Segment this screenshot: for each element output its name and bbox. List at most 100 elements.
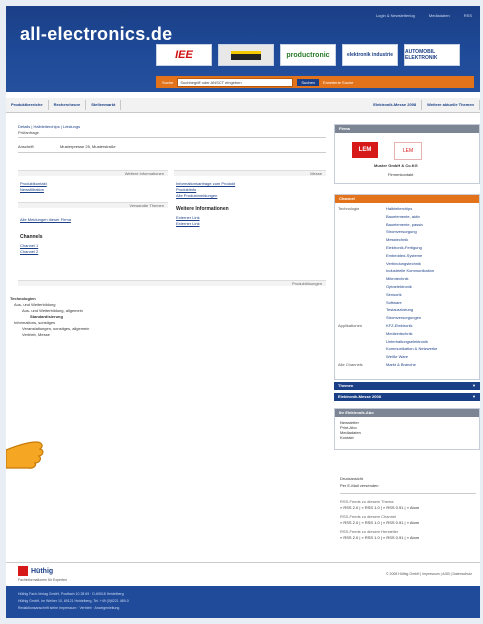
channel-row-link[interactable]: Sensorik bbox=[386, 292, 402, 297]
right-link[interactable]: Informationsanfrage zum Produkt bbox=[176, 181, 235, 186]
footer-logo-name: Hüthig bbox=[31, 567, 54, 575]
brand-banner[interactable] bbox=[218, 44, 274, 66]
company-contact-link[interactable]: Firmenkontakt bbox=[388, 172, 413, 177]
right-link[interactable]: Produktinfo bbox=[176, 187, 196, 192]
rss-links[interactable]: » RSS 2.0 | » RSS 1.0 | » RSS 0.91 | » A… bbox=[340, 505, 419, 510]
search-button[interactable]: Suchen bbox=[297, 78, 319, 86]
service-link[interactable]: Kontakt bbox=[340, 435, 354, 440]
channel-row-link[interactable]: KFZ-Elektronik bbox=[386, 323, 412, 328]
chevron-down-icon: ▼ bbox=[472, 383, 476, 388]
right-link[interactable]: Alle Produktmeldungen bbox=[176, 193, 217, 198]
print-link[interactable]: Druckansicht bbox=[340, 476, 363, 481]
channel-row-link[interactable]: Medizintechnik bbox=[386, 331, 412, 336]
breadcrumb[interactable]: Details | Halbleiterchips | Leistungs bbox=[18, 124, 80, 129]
tech-line: Veranstaltungen, sonstiges, allgemein bbox=[22, 326, 90, 331]
channel-row-link[interactable]: Markt & Branche bbox=[386, 362, 416, 367]
tech-line: Informations, sonstiges bbox=[14, 320, 56, 325]
channel-box-head: Channel bbox=[335, 195, 479, 203]
section-related: Verwandte Themen bbox=[18, 202, 168, 208]
channel-row-link[interactable]: Stromversorgungen bbox=[386, 315, 421, 320]
footer-line: Redaktionsanschrift siehe Impressum · Ve… bbox=[18, 606, 120, 610]
left-link[interactable]: Produktkontakt bbox=[20, 181, 47, 186]
top-link[interactable]: RSS bbox=[464, 13, 472, 18]
company-box-head: Firma bbox=[335, 125, 479, 133]
nav-tab-produktbereiche[interactable]: Produktbereiche bbox=[6, 100, 49, 110]
company-name[interactable]: Muster GmbH & Co.KG bbox=[374, 163, 418, 168]
external-link[interactable]: Externer Link bbox=[176, 215, 200, 220]
top-link[interactable]: Mediadaten bbox=[429, 13, 450, 18]
footer-line: Hüthig GmbH, Im Weiher 10, 69121 Heidelb… bbox=[18, 599, 129, 603]
nav-tab-stellenmarkt[interactable]: Stellenmarkt bbox=[86, 100, 122, 110]
site-header: all-electronics.de Login & Newsletterlog… bbox=[6, 6, 480, 92]
brand-elektronik-industrie[interactable]: elektronik industrie bbox=[342, 44, 398, 66]
channel-row-link[interactable]: Embedded-Systeme bbox=[386, 253, 422, 258]
channel-row-link[interactable]: Unterhaltungselektronik bbox=[386, 339, 428, 344]
search-bar: Suche Suchbegriff oder ANSCT eingeben Su… bbox=[156, 76, 474, 88]
rss-links[interactable]: » RSS 2.0 | » RSS 1.0 | » RSS 0.91 | » A… bbox=[340, 520, 419, 525]
search-input[interactable]: Suchbegriff oder ANSCT eingeben bbox=[177, 77, 294, 87]
external-link[interactable]: Externer Link bbox=[176, 221, 200, 226]
company-label: Anschrift bbox=[18, 144, 34, 149]
channel-row-link[interactable]: Industrielle Kommunikation bbox=[386, 268, 434, 273]
brand-automobil-elektronik[interactable]: AUTOMOBIL ELEKTRONIK bbox=[404, 44, 460, 66]
channel-row-link[interactable]: Kommunikation & Netzwerke bbox=[386, 346, 437, 351]
top-link[interactable]: Login & Newsletterlog bbox=[376, 13, 415, 18]
rss-heading: RSS-Feeds zu diesem Hersteller bbox=[340, 529, 399, 534]
channel-row-link[interactable]: Bauelemente, passiv bbox=[386, 222, 423, 227]
messe-bar[interactable]: Elektronik-Messe 2008 ▼ bbox=[334, 393, 480, 401]
channel-row-link[interactable]: Optoelektronik bbox=[386, 284, 412, 289]
themes-bar[interactable]: Themen ▼ bbox=[334, 382, 480, 390]
channel-row-link[interactable]: Testausrüstung bbox=[386, 307, 413, 312]
tech-line: Aus- und Weiterbildung, allgemein bbox=[22, 308, 83, 313]
brand-row: IEE productronic elektronik industrie AU… bbox=[156, 44, 460, 66]
channel-row-key: Alle Channels bbox=[338, 362, 363, 367]
email-link[interactable]: Per E-Mail versenden bbox=[340, 483, 378, 488]
page-title: Prüfanfrage bbox=[18, 130, 39, 135]
channel-link[interactable]: Channel 2 bbox=[20, 249, 38, 254]
logo-text: all-electronics.de bbox=[20, 24, 173, 44]
channel-row-link[interactable]: Messtechnik bbox=[386, 237, 408, 242]
channel-row-link[interactable]: Software bbox=[386, 300, 402, 305]
brand-iee[interactable]: IEE bbox=[156, 44, 212, 66]
themes-bar-label: Themen bbox=[338, 383, 354, 388]
nav-tab-weitere-themen[interactable]: Weitere aktuelle Themen bbox=[422, 100, 480, 110]
channel-row-link[interactable]: Halbleiterchips bbox=[386, 206, 412, 211]
rss-heading: RSS-Feeds zu diesem Channel bbox=[340, 514, 397, 519]
footer-line: Hüthig Fach-Verlag GmbH, Postfach 10 28 … bbox=[18, 592, 124, 596]
search-label: Suche bbox=[162, 79, 174, 85]
channel-row-link[interactable]: Stromversorgung bbox=[386, 229, 417, 234]
footer-tagline: Fachinformationen für Experten bbox=[18, 578, 68, 582]
footer-legal-links[interactable]: © 2008 Hüthig GmbH | Impressum | AGB | D… bbox=[386, 572, 472, 576]
divider bbox=[18, 152, 326, 153]
channel-row-key: Technologie bbox=[338, 206, 360, 211]
rss-links[interactable]: » RSS 2.0 | » RSS 1.0 | » RSS 0.91 | » A… bbox=[340, 535, 419, 540]
channel-row-link[interactable]: Elektronik-Fertigung bbox=[386, 245, 422, 250]
divider bbox=[18, 137, 326, 138]
channel-link[interactable]: Channel 1 bbox=[20, 243, 38, 248]
company-logo[interactable]: LEM bbox=[352, 142, 378, 158]
channel-row-link[interactable]: Weiße Ware bbox=[386, 354, 408, 359]
channel-row-key: Applikationen bbox=[338, 323, 363, 328]
channel-row-link[interactable]: Verbindungstechnik bbox=[386, 261, 421, 266]
left-link[interactable]: Newsfiltration bbox=[20, 187, 44, 192]
page: all-electronics.de Login & Newsletterlog… bbox=[6, 6, 480, 618]
brand-productronic[interactable]: productronic bbox=[280, 44, 336, 66]
channel-row-link[interactable]: Mikrotechnik bbox=[386, 276, 408, 281]
advanced-search-link[interactable]: Erweiterte Suche bbox=[323, 80, 353, 85]
nav-tab-rechercheure[interactable]: Rechercheure bbox=[49, 100, 87, 110]
main-nav: Produktbereiche Rechercheure Stellenmark… bbox=[6, 98, 480, 113]
nav-tab-messe[interactable]: Elektronik-Messe 2008 bbox=[368, 100, 423, 110]
left-link[interactable]: Alle Meldungen dieser Firma bbox=[20, 217, 71, 222]
footer-logo[interactable]: Hüthig bbox=[18, 566, 53, 576]
section-more-info: Weitere Informationen bbox=[18, 170, 168, 176]
tech-line: Vertrieb, Messe bbox=[22, 332, 50, 337]
section-products: Produktlösungen bbox=[18, 280, 326, 286]
messe-bar-label: Elektronik-Messe 2008 bbox=[338, 394, 381, 399]
huethig-logo-icon bbox=[18, 566, 28, 576]
channel-row-link[interactable]: Bauelemente, aktiv bbox=[386, 214, 420, 219]
tech-line: Standardisierung bbox=[30, 314, 63, 319]
channels-heading: Channels bbox=[20, 234, 43, 240]
site-logo[interactable]: all-electronics.de bbox=[20, 24, 172, 45]
top-links: Login & Newsletterlog Mediadaten RSS bbox=[376, 13, 472, 18]
more-info-heading: Weitere Informationen bbox=[176, 206, 229, 212]
